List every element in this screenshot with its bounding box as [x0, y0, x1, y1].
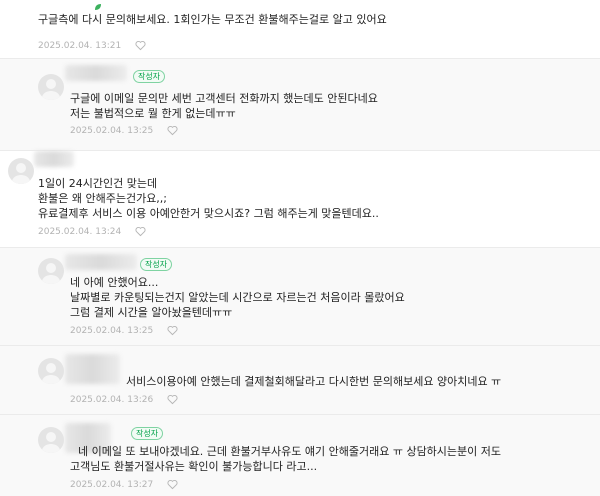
heart-icon[interactable]: [167, 325, 178, 336]
author-badge: 작성자: [131, 427, 164, 440]
comment-date: 2025.02.04. 13:25: [70, 325, 154, 336]
comment-date: 2025.02.04. 13:26: [70, 394, 154, 405]
comment-date: 2025.02.04. 13:21: [38, 40, 122, 51]
comment-4: 작성자 네 아예 안했어요... 날짜별로 카운팅되는건지 알았는데 시간으로 …: [0, 248, 600, 345]
comment-meta: 2025.02.04. 13:24: [38, 226, 146, 237]
comment-meta: 2025.02.04. 13:21: [38, 40, 146, 51]
comment-meta: 2025.02.04. 13:26: [70, 394, 178, 405]
heart-icon[interactable]: [167, 479, 178, 490]
comment-text: 구글에 이메일 문의만 세번 고객센터 전화까지 했는데도 안된다네요 저는 불…: [70, 92, 378, 120]
comment-text: 1일이 24시간인건 맞는데 환불은 왜 안해주는건가요,,; 유료결제후 서비…: [38, 177, 379, 220]
user-avatar-icon[interactable]: [38, 74, 64, 100]
nickname-blurred[interactable]: [34, 151, 74, 167]
user-avatar-icon[interactable]: [38, 258, 64, 284]
comment-2: 작성자 구글에 이메일 문의만 세번 고객센터 전화까지 했는데도 안된다네요 …: [0, 59, 600, 150]
user-avatar-icon[interactable]: [38, 427, 64, 453]
leaf-icon: [95, 4, 101, 10]
heart-icon[interactable]: [135, 226, 146, 237]
user-avatar-icon[interactable]: [38, 358, 64, 384]
author-badge: 작성자: [140, 258, 173, 271]
comment-1: 구글측에 다시 문의해보세요. 1회인가는 무조건 환불해주는걸로 알고 있어요…: [0, 0, 600, 58]
heart-icon[interactable]: [135, 40, 146, 51]
comment-3: 1일이 24시간인건 맞는데 환불은 왜 안해주는건가요,,; 유료결제후 서비…: [0, 151, 600, 247]
nickname-blurred[interactable]: [65, 65, 127, 81]
comment-date: 2025.02.04. 13:24: [38, 226, 122, 237]
comment-5: 서비스이용아예 안했는데 결제철회해달라고 다시한번 문의해보세요 양아치네요 …: [0, 346, 600, 414]
nickname-blurred[interactable]: [65, 354, 120, 384]
comment-text: 서비스이용아예 안했는데 결제철회해달라고 다시한번 문의해보세요 양아치네요 …: [126, 375, 502, 388]
comment-text: 구글측에 다시 문의해보세요. 1회인가는 무조건 환불해주는걸로 알고 있어요: [38, 13, 387, 26]
comment-meta: 2025.02.04. 13:27: [70, 479, 178, 490]
comment-date: 2025.02.04. 13:27: [70, 479, 154, 490]
comment-meta: 2025.02.04. 13:25: [70, 325, 178, 336]
comment-meta: 2025.02.04. 13:25: [70, 125, 178, 136]
nickname-blurred[interactable]: [65, 254, 137, 270]
user-avatar-icon[interactable]: [8, 158, 34, 184]
comment-text: 네 이메일 또 보내야겠네요. 근데 환불거부사유도 얘기 안해줄거래요 ㅠ 상…: [70, 445, 502, 473]
comment-date: 2025.02.04. 13:25: [70, 125, 154, 136]
heart-icon[interactable]: [167, 394, 178, 405]
author-badge: 작성자: [133, 70, 166, 83]
comment-6: 작성자 네 이메일 또 보내야겠네요. 근데 환불거부사유도 얘기 안해줄거래요…: [0, 415, 600, 496]
heart-icon[interactable]: [167, 125, 178, 136]
comment-text: 네 아예 안했어요... 날짜별로 카운팅되는건지 알았는데 시간으로 자르는건…: [70, 276, 405, 319]
